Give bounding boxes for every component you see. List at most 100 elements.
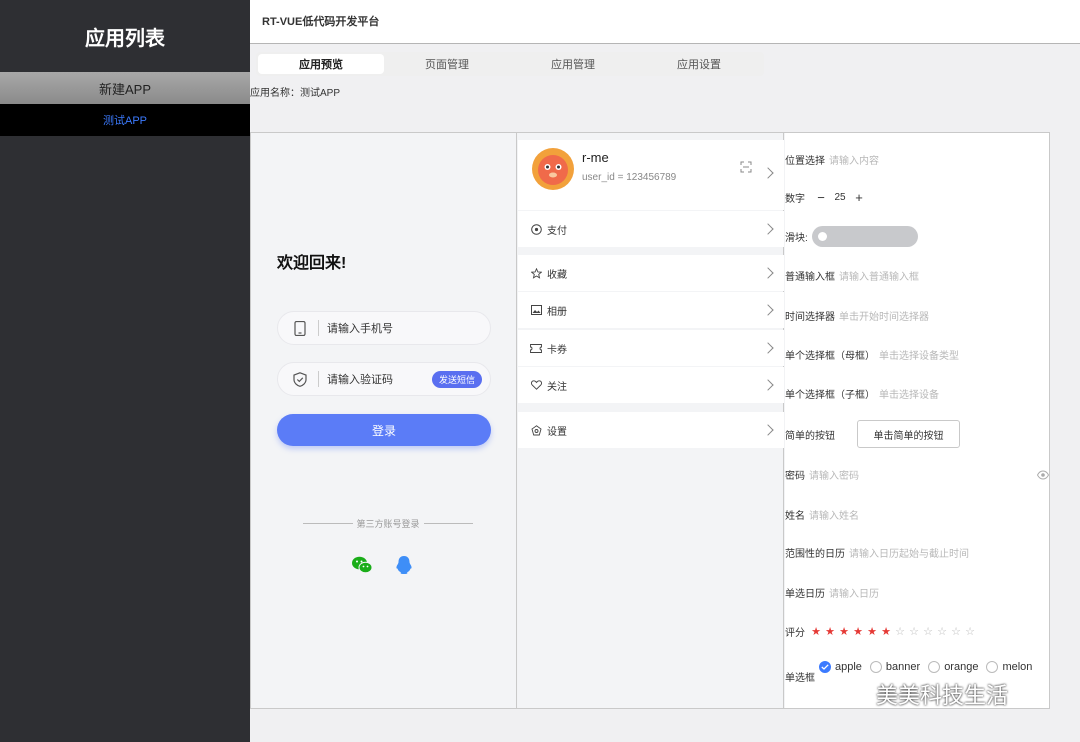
text-input-row[interactable]: 普通输入框 请输入普通输入框 [785,268,1049,283]
menu-item-favorites[interactable]: 收藏 [518,255,784,291]
menu-label: 关注 [547,381,567,393]
range-calendar-input[interactable]: 请输入日历起始与截止时间 [849,545,969,560]
child-select-row[interactable]: 单个选择框（子框） 单击选择设备 [785,386,1049,401]
star-filled-icon[interactable]: ★ [823,625,837,638]
profile-page-preview: r-me user_id = 123456789 支付 收藏 相册 卡券 关注 … [518,133,784,708]
radio-checked-icon [819,661,831,673]
position-input[interactable]: 请输入内容 [829,152,879,167]
name-row[interactable]: 姓名 请输入姓名 [785,507,1049,522]
rating-row: 评分 ★ ★ ★ ★ ★ ★ ☆ ☆ ☆ ☆ ☆ ☆ [785,624,1049,639]
user-card[interactable]: r-me user_id = 123456789 [518,140,784,210]
star-filled-icon[interactable]: ★ [837,625,851,638]
increment-button[interactable]: + [851,190,867,205]
user-id: user_id = 123456789 [582,172,677,183]
star-empty-icon[interactable]: ☆ [921,625,935,638]
device-type-select[interactable]: 单击选择设备类型 [879,347,959,362]
sidebar: 应用列表 新建APP 测试APP [0,0,250,742]
tab-app-management[interactable]: 应用管理 [510,54,636,74]
star-filled-icon[interactable]: ★ [879,625,893,638]
code-input[interactable]: 请输入验证码 发送短信 [277,362,491,396]
menu-label: 设置 [547,426,567,438]
star-filled-icon[interactable]: ★ [851,625,865,638]
radio-option-banner[interactable]: banner [869,658,920,676]
menu-item-coupons[interactable]: 卡券 [518,330,784,366]
time-picker-input[interactable]: 单击开始时间选择器 [839,308,929,323]
send-sms-button[interactable]: 发送短信 [431,371,482,388]
field-label: 简单的按钮 [785,430,835,442]
qq-icon[interactable] [395,555,417,577]
field-label: 滑块: [785,233,808,244]
field-label: 普通输入框 [785,272,835,283]
device-select[interactable]: 单击选择设备 [879,386,939,401]
field-label: 数字 [785,194,805,205]
login-button[interactable]: 登录 [277,414,491,446]
star-empty-icon[interactable]: ☆ [949,625,963,638]
star-empty-icon[interactable]: ☆ [907,625,921,638]
wechat-icon[interactable] [351,555,373,577]
ticket-icon [530,342,542,354]
third-party-label: 第三方账号登录 [356,519,420,529]
simple-button[interactable]: 单击简单的按钮 [857,420,960,448]
chevron-right-icon [762,167,774,179]
star-icon [530,267,542,279]
star-filled-icon[interactable]: ★ [865,625,879,638]
calendar-input[interactable]: 请输入日历 [829,585,879,600]
radio-group: apple banner orange melon [819,658,1049,676]
menu-label: 支付 [547,225,567,237]
app-name-row: 应用名称：测试APP [250,84,340,99]
radio-option-melon[interactable]: melon [986,658,1032,676]
app-name-value: 测试APP [300,88,341,99]
parent-select-row[interactable]: 单个选择框（母框） 单击选择设备类型 [785,347,1049,362]
divider-line [423,523,474,524]
menu-item-album[interactable]: 相册 [518,292,784,328]
simple-button-row: 简单的按钮 单击简单的按钮 [785,420,1049,448]
text-input[interactable]: 请输入普通输入框 [839,268,919,283]
star-empty-icon[interactable]: ☆ [935,625,949,638]
radio-option-apple[interactable]: apple [819,658,862,676]
radio-option-orange[interactable]: orange [928,658,978,676]
star-empty-icon[interactable]: ☆ [963,625,977,638]
field-label: 姓名 [785,511,805,522]
radio-label: apple [835,661,862,673]
slider-handle[interactable] [817,232,827,241]
username: r-me [582,150,609,165]
wechat-watermark-icon [846,683,872,704]
decrement-button[interactable]: − [813,190,829,205]
radio-label: melon [1002,661,1033,673]
range-calendar-row[interactable]: 范围性的日历 请输入日历起始与截止时间 [785,545,1049,560]
top-header: RT-VUE低代码开发平台 [250,0,1080,44]
menu-item-settings[interactable]: 设置 [518,412,784,448]
star-filled-icon[interactable]: ★ [809,625,823,638]
rating-stars[interactable]: ★ ★ ★ ★ ★ ★ ☆ ☆ ☆ ☆ ☆ ☆ [809,625,977,638]
field-label: 位置选择 [785,156,825,167]
form-components-preview: 位置选择 请输入内容 数字 − 25 + 滑块: 普通输入框 请输入普通输入框 … [785,133,1049,708]
password-row[interactable]: 密码 请输入密码 [785,467,1049,482]
eye-icon[interactable] [1036,470,1049,480]
chevron-right-icon [762,379,774,391]
phone-icon [292,320,308,336]
star-empty-icon[interactable]: ☆ [893,625,907,638]
login-page-preview: 欢迎回来! 请输入手机号 请输入验证码 发送短信 登录 第三方账号登录 [251,133,517,708]
chevron-right-icon [762,304,774,316]
slider-track[interactable] [811,226,918,247]
chevron-right-icon [762,342,774,354]
position-select-row[interactable]: 位置选择 请输入内容 [785,152,1049,167]
phone-input[interactable]: 请输入手机号 [277,311,491,345]
new-app-button[interactable]: 新建APP [0,72,250,104]
menu-item-follow[interactable]: 关注 [518,367,784,403]
watermark: 美美科技生活 [846,678,1008,710]
tab-app-preview[interactable]: 应用预览 [258,54,384,74]
menu-item-pay[interactable]: 支付 [518,211,784,247]
tab-app-settings[interactable]: 应用设置 [636,54,762,74]
sidebar-item-test-app[interactable]: 测试APP [0,104,250,136]
tab-page-management[interactable]: 页面管理 [384,54,510,74]
pay-icon [530,223,542,235]
calendar-row[interactable]: 单选日历 请输入日历 [785,585,1049,600]
shield-icon [292,371,308,387]
settings-icon [530,424,542,436]
password-input[interactable]: 请输入密码 [809,467,859,482]
name-input[interactable]: 请输入姓名 [809,507,859,522]
qrcode-icon[interactable] [740,161,752,173]
number-value[interactable]: 25 [829,192,851,203]
time-picker-row[interactable]: 时间选择器 单击开始时间选择器 [785,308,1049,323]
